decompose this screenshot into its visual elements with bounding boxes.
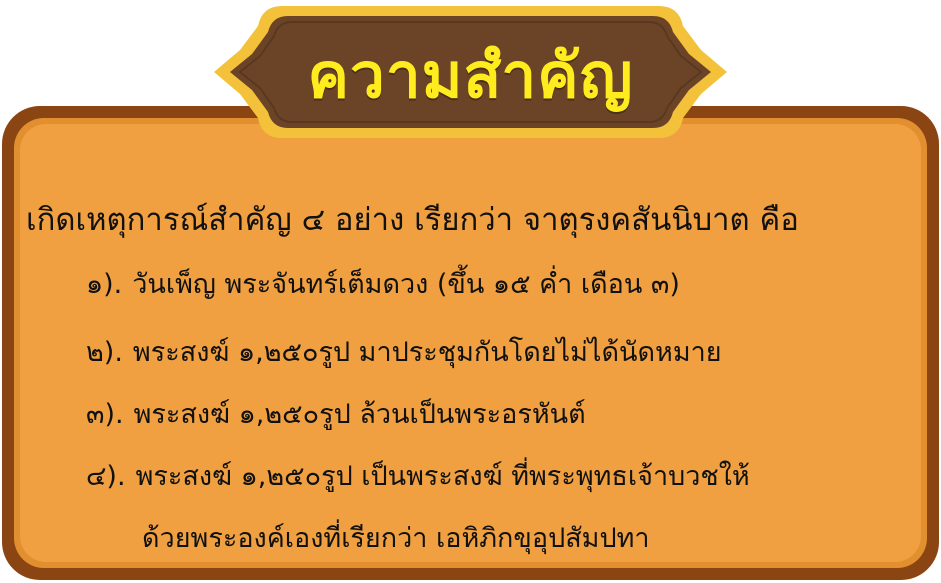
list-item-text: วันเพ็ญ พระจันทร์เต็มดวง (ขึ้น ๑๕ ค่ำ เด… bbox=[132, 269, 680, 300]
list-item-continuation: ด้วยพระองค์เองที่เรียกว่า เอหิภิกขุอุปสั… bbox=[142, 523, 650, 554]
list-item-text: พระสงฆ์ ๑,๒๕๐รูป เป็นพระสงฆ์ ที่พระพุทธเ… bbox=[135, 461, 750, 492]
list-item: ๒). พระสงฆ์ ๑,๒๕๐รูป มาประชุมกันโดยไม่ได้… bbox=[86, 330, 722, 376]
list-item: ๑). วันเพ็ญ พระจันทร์เต็มดวง (ขึ้น ๑๕ ค่ำ… bbox=[86, 262, 680, 308]
list-item-number: ๒). bbox=[86, 337, 123, 368]
list-item-number: ๓). bbox=[86, 399, 124, 430]
list-item: ๔). พระสงฆ์ ๑,๒๕๐รูป เป็นพระสงฆ์ ที่พระพุ… bbox=[86, 454, 750, 500]
list-item-text: พระสงฆ์ ๑,๒๕๐รูป มาประชุมกันโดยไม่ได้นัด… bbox=[132, 337, 722, 368]
list-item-number: ๔). bbox=[86, 461, 126, 492]
list-item-text: พระสงฆ์ ๑,๒๕๐รูป ล้วนเป็นพระอรหันต์ bbox=[133, 399, 586, 430]
page-title: ความสำคัญ bbox=[307, 39, 634, 112]
list-item-number: ๑). bbox=[86, 269, 123, 300]
list-item: ๓). พระสงฆ์ ๑,๒๕๐รูป ล้วนเป็นพระอรหันต์ bbox=[86, 392, 586, 438]
intro-text: เกิดเหตุการณ์สำคัญ ๔ อย่าง เรียกว่า จาตุ… bbox=[26, 202, 799, 238]
